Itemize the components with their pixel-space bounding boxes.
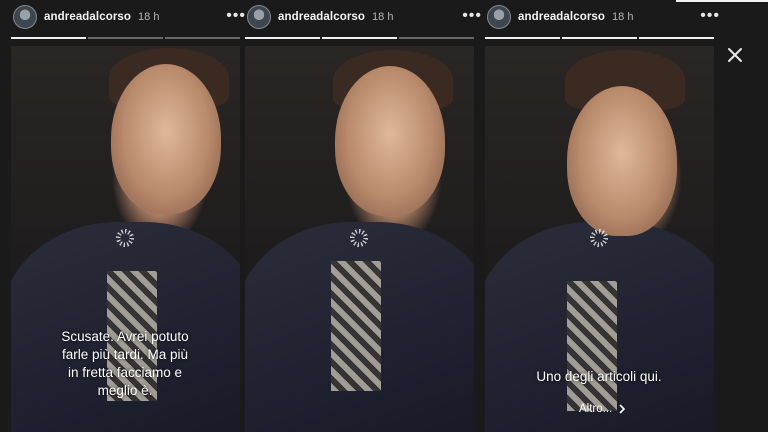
caption-line: meglio è. xyxy=(97,383,153,398)
timestamp: 18 h xyxy=(612,11,634,23)
username[interactable]: andreadalcorso xyxy=(44,11,131,23)
avatar[interactable] xyxy=(487,5,511,29)
avatar[interactable] xyxy=(13,5,37,29)
more-options-icon[interactable]: ••• xyxy=(462,8,482,24)
progress-segment xyxy=(322,37,397,39)
progress-segment xyxy=(245,37,320,39)
progress-bar xyxy=(245,37,474,39)
caption-line: Uno degli articoli qui. xyxy=(536,369,662,384)
story-panel-2[interactable]: andreadalcorso 18 h ••• xyxy=(245,0,481,432)
progress-segment xyxy=(88,37,163,39)
loading-spinner-icon xyxy=(590,229,608,247)
timestamp: 18 h xyxy=(372,11,394,23)
loading-spinner-icon xyxy=(350,229,368,247)
close-button[interactable] xyxy=(725,45,745,65)
avatar[interactable] xyxy=(247,5,271,29)
progress-bar xyxy=(11,37,240,39)
chevron-right-icon xyxy=(619,404,626,414)
more-label: Altro... xyxy=(579,403,613,415)
more-options-icon[interactable]: ••• xyxy=(700,8,720,24)
story-caption: Uno degli articoli qui. xyxy=(499,368,699,386)
story-panel-3[interactable]: andreadalcorso 18 h ••• Uno degli artico… xyxy=(485,0,719,432)
progress-bar xyxy=(485,37,714,39)
progress-segment xyxy=(399,37,474,39)
progress-segment xyxy=(165,37,240,39)
story-caption: Scusate. Avrei potuto farle più tardi. M… xyxy=(25,328,225,400)
progress-segment xyxy=(562,37,637,39)
story-header: andreadalcorso 18 h xyxy=(245,0,474,34)
story-image[interactable]: Scusate. Avrei potuto farle più tardi. M… xyxy=(11,46,240,432)
story-panel-1[interactable]: andreadalcorso 18 h ••• Scusate. Avrei p… xyxy=(11,0,245,432)
caption-line: Scusate. Avrei potuto xyxy=(61,329,189,344)
username[interactable]: andreadalcorso xyxy=(518,11,605,23)
username[interactable]: andreadalcorso xyxy=(278,11,365,23)
story-header: andreadalcorso 18 h xyxy=(485,0,714,34)
loading-spinner-icon xyxy=(116,229,134,247)
caption-line: farle più tardi. Ma più xyxy=(61,347,189,362)
caption-line: in fretta facciamo e xyxy=(67,365,183,380)
story-image[interactable]: Uno degli articoli qui. Altro... xyxy=(485,46,714,432)
more-link[interactable]: Altro... xyxy=(579,403,626,415)
more-options-icon[interactable]: ••• xyxy=(226,8,246,24)
timestamp: 18 h xyxy=(138,11,160,23)
close-icon xyxy=(728,48,742,62)
progress-segment xyxy=(11,37,86,39)
story-image[interactable] xyxy=(245,46,474,432)
progress-segment xyxy=(639,37,714,39)
story-header: andreadalcorso 18 h xyxy=(11,0,240,34)
progress-segment xyxy=(485,37,560,39)
